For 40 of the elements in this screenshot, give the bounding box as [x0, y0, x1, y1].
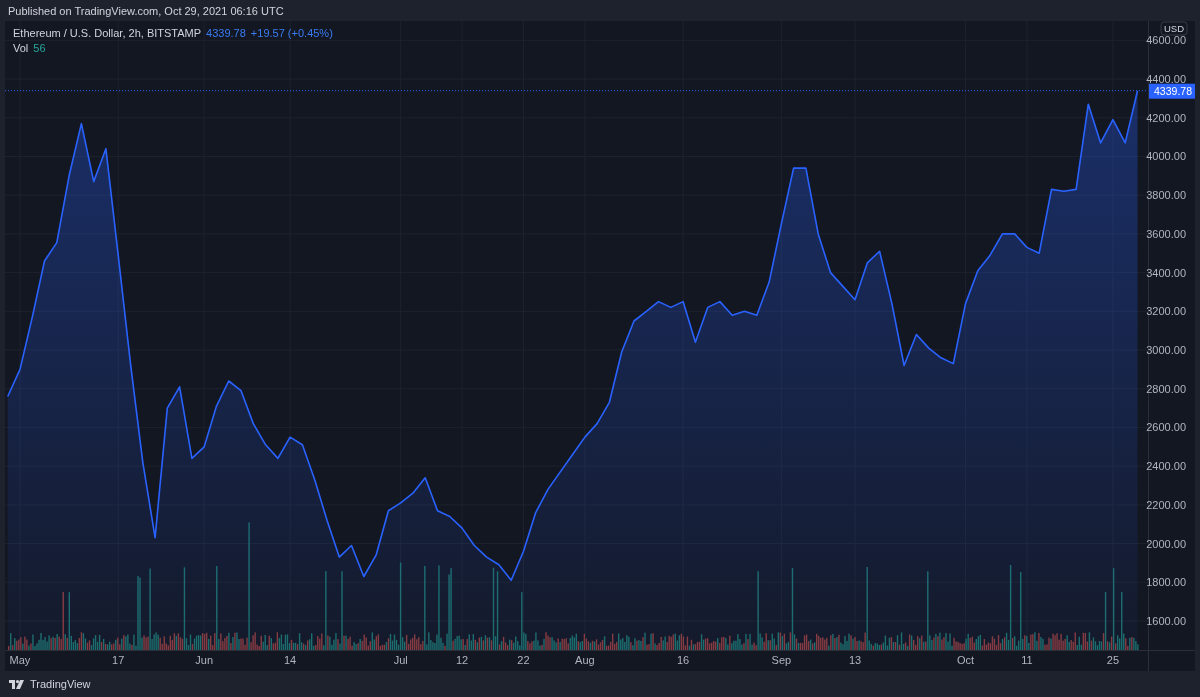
price-tick: 3200.00: [1146, 305, 1186, 318]
price-tick: 3000.00: [1146, 344, 1186, 356]
time-tick: Sep: [771, 654, 792, 666]
price-tick: 4000.00: [1146, 150, 1186, 163]
time-tick: 13: [848, 654, 862, 666]
volume-value: 56: [33, 42, 46, 54]
time-tick: 22: [517, 654, 530, 666]
last-price: 4339.78: [206, 27, 246, 39]
price-tick: 4400.00: [1146, 73, 1186, 86]
time-tick: 16: [676, 654, 690, 666]
time-tick: 11: [1021, 654, 1033, 666]
volume-label: Vol: [13, 42, 29, 54]
currency-badge[interactable]: USD: [1160, 21, 1188, 36]
time-tick: 25: [1106, 654, 1120, 666]
last-price-label: 4339.78: [1149, 83, 1195, 99]
time-tick: Jul: [393, 654, 408, 666]
price-tick: 4200.00: [1146, 111, 1186, 124]
price-tick: 1600.00: [1146, 614, 1186, 627]
time-tick: 14: [284, 654, 297, 666]
price-change: +19.57 (+0.45%): [250, 27, 333, 39]
time-tick: May: [9, 654, 31, 666]
time-tick: 12: [455, 654, 469, 666]
price-tick: 3400.00: [1146, 266, 1186, 279]
time-tick: 17: [112, 654, 125, 666]
price-tick: 3600.00: [1146, 227, 1186, 240]
price-tick: 4600.00: [1146, 34, 1186, 47]
price-tick: 2200.00: [1146, 498, 1186, 511]
price-tick: 2600.00: [1146, 421, 1186, 434]
symbol-title: Ethereum / U.S. Dollar, 2h, BITSTAMP: [13, 27, 202, 39]
price-tick: 2800.00: [1146, 382, 1186, 395]
logo-text: TradingView: [30, 678, 91, 690]
logo-icon: [9, 679, 25, 689]
price-tick: 1800.00: [1146, 576, 1186, 589]
time-tick: Aug: [575, 654, 595, 666]
price-tick: 2400.00: [1146, 460, 1186, 473]
price-tick: 3800.00: [1146, 189, 1186, 202]
published-caption: Published on TradingView.com, Oct 29, 2021 06:16 UTC: [7, 4, 285, 19]
time-tick: Oct: [957, 654, 975, 666]
price-tick: 2000.00: [1146, 537, 1186, 550]
time-tick: Jun: [195, 654, 214, 666]
